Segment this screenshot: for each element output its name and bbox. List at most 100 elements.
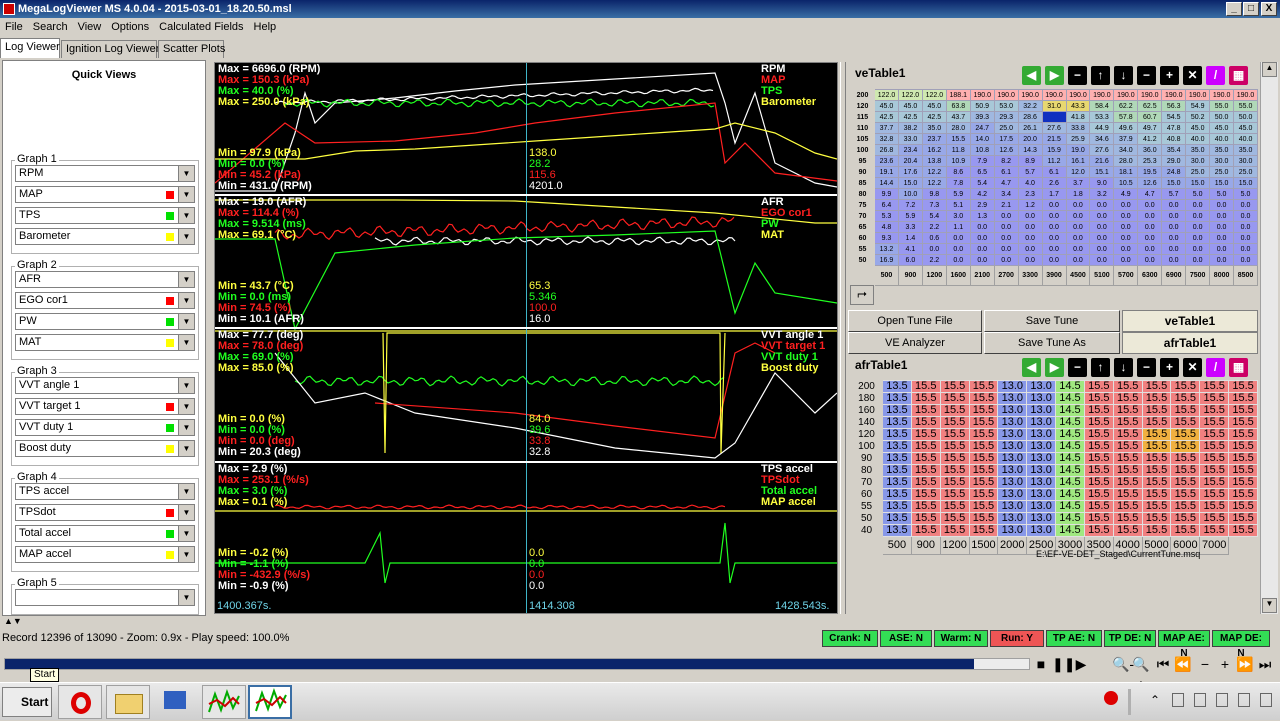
stop-icon[interactable]: ■ bbox=[1032, 654, 1050, 674]
ve-cell[interactable]: 0.0 bbox=[1017, 210, 1043, 222]
afr-color-icon[interactable]: ▦ bbox=[1229, 358, 1248, 377]
afr-cell[interactable]: 15.5 bbox=[1170, 404, 1201, 417]
ve-cell[interactable]: 25.0 bbox=[1209, 166, 1235, 178]
ve-cell[interactable]: 1.3 bbox=[969, 210, 995, 222]
ve-cell[interactable]: 16.9 bbox=[874, 254, 899, 266]
ve-cell[interactable]: 43.3 bbox=[1065, 100, 1091, 112]
afr-cell[interactable]: 15.5 bbox=[1083, 416, 1114, 429]
afr-cell[interactable]: 13.0 bbox=[1026, 476, 1057, 489]
ve-cell[interactable]: 0.0 bbox=[1209, 232, 1235, 244]
ve-cell[interactable]: 5.1 bbox=[945, 199, 971, 211]
ve-cell[interactable]: 0.0 bbox=[1089, 254, 1115, 266]
ve-cell[interactable]: 0.0 bbox=[1233, 243, 1258, 255]
ve-cell[interactable]: 62.5 bbox=[1137, 100, 1163, 112]
network-taskbar-icon[interactable] bbox=[154, 685, 198, 719]
ve-cell[interactable]: 0.0 bbox=[1113, 210, 1139, 222]
ve-redo-icon[interactable]: ▶ bbox=[1045, 66, 1064, 85]
menu-search[interactable]: Search bbox=[28, 18, 73, 36]
ve-cell[interactable]: 0.0 bbox=[1041, 210, 1067, 222]
afr-cell[interactable]: 13.5 bbox=[882, 488, 912, 501]
ve-cell[interactable]: 28.6 bbox=[1017, 111, 1043, 123]
tab-log-viewer[interactable]: Log Viewer bbox=[0, 38, 60, 58]
scroll-up-icon[interactable]: ▲ bbox=[1262, 62, 1277, 77]
save-tune-as-button[interactable]: Save Tune As bbox=[984, 332, 1120, 354]
afr-cell[interactable]: 13.0 bbox=[1026, 512, 1057, 525]
ve-cell[interactable]: 28.0 bbox=[945, 122, 971, 134]
ve-cell[interactable]: 4.7 bbox=[1137, 188, 1163, 200]
ve-cell[interactable]: 11.8 bbox=[945, 144, 971, 156]
afr-cell[interactable]: 15.5 bbox=[1228, 416, 1258, 429]
afr-cell[interactable]: 15.5 bbox=[939, 428, 970, 441]
ve-cell[interactable]: 15.9 bbox=[1041, 144, 1067, 156]
ve-cell[interactable]: 1.7 bbox=[1041, 188, 1067, 200]
afr-cell[interactable]: 15.5 bbox=[910, 476, 941, 489]
afr-cell[interactable]: 15.5 bbox=[1083, 392, 1114, 405]
tray-expand-icon[interactable]: ⌃ bbox=[1150, 693, 1160, 707]
afr-cell[interactable]: 13.0 bbox=[997, 464, 1028, 477]
field-dropdown[interactable]: Total accel ▼ bbox=[15, 525, 195, 542]
ve-cell[interactable]: 14.0 bbox=[969, 133, 995, 145]
ve-cell[interactable]: 27.6 bbox=[1089, 144, 1115, 156]
ve-cell[interactable]: 5.3 bbox=[874, 210, 899, 222]
afr-increase-icon[interactable]: ↑ bbox=[1091, 358, 1110, 377]
ve-cell[interactable]: 14.3 bbox=[1017, 144, 1043, 156]
ve-cell[interactable]: 20.4 bbox=[897, 155, 923, 167]
afr-subtract-icon[interactable]: − bbox=[1137, 358, 1156, 377]
afr-cell[interactable]: 15.5 bbox=[1228, 524, 1258, 537]
afr-cell[interactable]: 15.5 bbox=[1199, 464, 1230, 477]
ve-cell[interactable]: 0.0 bbox=[1065, 254, 1091, 266]
afr-cell[interactable]: 15.5 bbox=[910, 440, 941, 453]
tray-power-icon[interactable] bbox=[1172, 693, 1184, 707]
afr-cell[interactable]: 15.5 bbox=[1170, 452, 1201, 465]
ve-cell[interactable]: 1.8 bbox=[1065, 188, 1091, 200]
ve-table-grid[interactable]: 200 122.0 122.0 122.0 188.1 190.0 190.0 190.0 19… bbox=[850, 89, 1258, 286]
ve-cell[interactable]: 0.0 bbox=[1089, 232, 1115, 244]
afr-cell[interactable]: 13.0 bbox=[997, 524, 1028, 537]
ve-add-icon[interactable]: + bbox=[1160, 66, 1179, 85]
ve-cell[interactable]: 55.0 bbox=[1233, 100, 1258, 112]
ve-cell[interactable]: 190.0 bbox=[1209, 89, 1235, 101]
skip-end-icon[interactable]: ⏭ bbox=[1256, 654, 1274, 674]
fast-forward-icon[interactable]: ⏩ bbox=[1236, 654, 1254, 674]
afr-cell[interactable]: 15.5 bbox=[968, 500, 999, 513]
ve-cell[interactable]: 24.8 bbox=[1161, 166, 1187, 178]
afr-cell[interactable]: 15.5 bbox=[968, 440, 999, 453]
start-button[interactable]: Start bbox=[2, 687, 52, 717]
ve-cell[interactable]: 40.8 bbox=[1161, 133, 1187, 145]
afr-cell[interactable]: 15.5 bbox=[939, 500, 970, 513]
ve-cell[interactable]: 0.0 bbox=[1209, 221, 1235, 233]
ve-cell[interactable]: 0.0 bbox=[1065, 243, 1091, 255]
afr-cell[interactable]: 15.5 bbox=[1083, 524, 1114, 537]
tray-device-icon[interactable] bbox=[1194, 693, 1206, 707]
pause-icon[interactable]: ❚❚ bbox=[1052, 654, 1075, 674]
afr-cell[interactable]: 15.5 bbox=[1170, 416, 1201, 429]
afr-cell[interactable]: 13.0 bbox=[1026, 428, 1057, 441]
afr-cell[interactable]: 15.5 bbox=[1199, 416, 1230, 429]
ve-cell[interactable]: 190.0 bbox=[1017, 89, 1043, 101]
ve-cell[interactable]: 5.4 bbox=[921, 210, 947, 222]
ve-cell[interactable]: 17.6 bbox=[897, 166, 923, 178]
ve-cell[interactable]: 122.0 bbox=[897, 89, 923, 101]
ve-cell[interactable]: 63.8 bbox=[945, 100, 971, 112]
ve-cell[interactable]: 0.0 bbox=[1065, 199, 1091, 211]
ve-cell[interactable]: 0.0 bbox=[1185, 210, 1211, 222]
ve-cell[interactable]: 26.1 bbox=[1017, 122, 1043, 134]
ve-cell[interactable]: 0.0 bbox=[1185, 243, 1211, 255]
ve-cell[interactable]: 35.0 bbox=[921, 122, 947, 134]
afr-cell[interactable]: 14.5 bbox=[1055, 524, 1085, 537]
ve-cell[interactable]: 37.9 bbox=[1113, 133, 1139, 145]
ve-cell[interactable]: 0.0 bbox=[1041, 221, 1067, 233]
ve-cell[interactable]: 0.0 bbox=[1041, 199, 1067, 211]
field-dropdown[interactable]: VVT duty 1 ▼ bbox=[15, 419, 195, 436]
afr-cell[interactable]: 15.5 bbox=[1199, 404, 1230, 417]
afr-undo-icon[interactable]: ◀ bbox=[1022, 358, 1041, 377]
afr-cell[interactable]: 15.5 bbox=[1112, 512, 1143, 525]
afr-cell[interactable]: 15.5 bbox=[1141, 380, 1172, 393]
ve-cell[interactable]: 36.0 bbox=[1137, 144, 1163, 156]
ve-cell[interactable]: 40.0 bbox=[1041, 111, 1067, 123]
afr-cell[interactable]: 15.5 bbox=[1083, 500, 1114, 513]
afr-cell[interactable]: 15.5 bbox=[1083, 464, 1114, 477]
afr-pencil-icon[interactable]: / bbox=[1206, 358, 1225, 377]
afr-cell[interactable]: 15.5 bbox=[1228, 380, 1258, 393]
afr-cell[interactable]: 15.5 bbox=[968, 464, 999, 477]
